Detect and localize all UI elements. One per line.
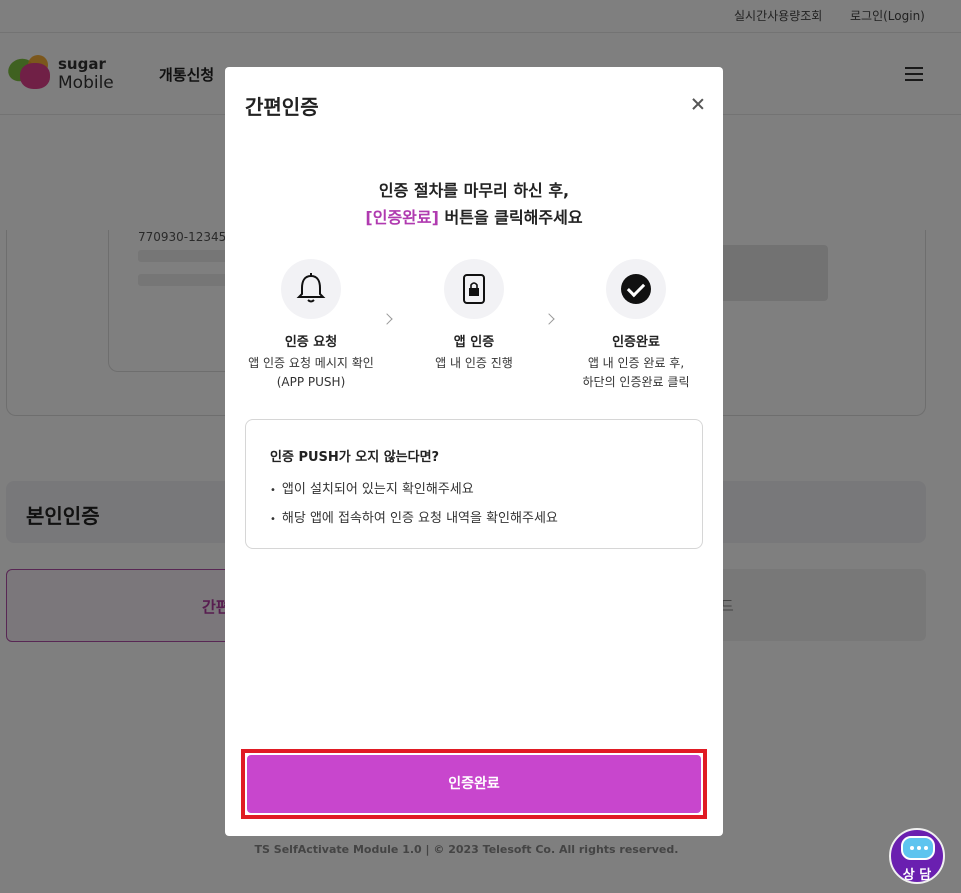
- step-name: 인증완료: [612, 335, 660, 350]
- bell-icon: [281, 259, 341, 319]
- chat-bubble-icon: [901, 836, 935, 860]
- step-app-auth: 앱 인증 앱 내 인증 진행: [394, 259, 554, 373]
- step-auth-request: 인증 요청 앱 인증 요청 메시지 확인 (APP PUSH): [231, 259, 391, 392]
- help-item: 앱이 설치되어 있는지 확인해주세요: [270, 478, 474, 497]
- help-item: 해당 앱에 접속하여 인증 요청 내역을 확인해주세요: [270, 507, 558, 526]
- step-desc: 앱 내 인증 완료 후, 하단의 인증완료 클릭: [582, 356, 690, 389]
- help-question: 인증 PUSH가 오지 않는다면?: [270, 450, 440, 465]
- chat-consult-button[interactable]: 상 담: [889, 828, 945, 884]
- step-desc: 앱 내 인증 진행: [435, 356, 513, 370]
- step-desc: 앱 인증 요청 메시지 확인 (APP PUSH): [248, 356, 374, 389]
- auth-complete-button[interactable]: 인증완료: [247, 755, 701, 813]
- simple-auth-modal: 간편인증 인증 절차를 마무리 하신 후, [인증완료] 버튼을 클릭해주세요 …: [225, 67, 723, 836]
- instruction-highlight: [인증완료]: [365, 208, 439, 227]
- modal-title: 간편인증: [245, 95, 319, 119]
- phone-lock-icon: [444, 259, 504, 319]
- confirm-button-highlight: 인증완료: [241, 749, 707, 819]
- push-help-box: 인증 PUSH가 오지 않는다면? 앱이 설치되어 있는지 확인해주세요 해당 …: [245, 419, 703, 549]
- instruction-line-2: [인증완료] 버튼을 클릭해주세요: [225, 204, 723, 231]
- check-circle-icon: [606, 259, 666, 319]
- instruction-line-1: 인증 절차를 마무리 하신 후,: [378, 181, 570, 200]
- chat-label: 상 담: [902, 868, 932, 883]
- close-icon[interactable]: [689, 95, 707, 113]
- step-auth-complete: 인증완료 앱 내 인증 완료 후, 하단의 인증완료 클릭: [556, 259, 716, 392]
- step-name: 앱 인증: [453, 335, 495, 350]
- step-name: 인증 요청: [284, 335, 338, 350]
- instruction-line-2-rest: 버튼을 클릭해주세요: [438, 208, 583, 227]
- instruction-text: 인증 절차를 마무리 하신 후, [인증완료] 버튼을 클릭해주세요: [225, 177, 723, 231]
